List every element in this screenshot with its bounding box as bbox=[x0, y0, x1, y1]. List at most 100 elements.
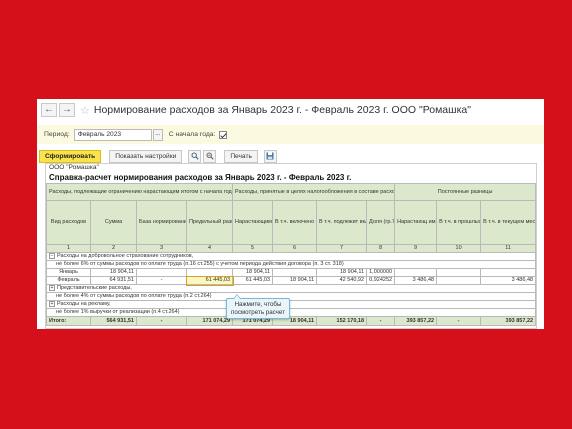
arrow-left-icon: ← bbox=[44, 104, 54, 115]
period-select-button[interactable]: ... bbox=[152, 128, 163, 141]
totals-label: Итого: bbox=[46, 316, 91, 326]
total-sum: 564 931,51 bbox=[90, 316, 137, 326]
cell-pd-current: 3 486,48 bbox=[480, 276, 537, 285]
column-number: 1 bbox=[46, 244, 91, 253]
tooltip-line-2: посмотреть расчет bbox=[231, 308, 285, 316]
toolbar: Сформировать Показать настройки Печать bbox=[39, 148, 542, 164]
total-share: - bbox=[366, 316, 396, 326]
period-label: Период: bbox=[44, 131, 70, 138]
star-icon[interactable]: ☆ bbox=[80, 104, 90, 117]
cell-cumulative: 61 445,03 bbox=[232, 276, 274, 285]
calculation-tooltip[interactable]: Нажмите, чтобы посмотреть расчет bbox=[226, 294, 290, 319]
section-row[interactable]: − Расходы на добровольное страхование сот… bbox=[45, 252, 537, 261]
total-base: - bbox=[136, 316, 187, 326]
column-header: База нормирования bbox=[136, 200, 187, 245]
column-header: В т.ч. подлежит включению в текущем меся… bbox=[316, 200, 368, 245]
column-number: 11 bbox=[480, 244, 537, 253]
table-row[interactable]: Январь 18 904,11 18 904,11 18 904,11 1,0… bbox=[46, 268, 537, 277]
cell-current: 42 540,92 bbox=[316, 276, 368, 285]
section-title: Расходы на рекламу, bbox=[57, 301, 111, 308]
cell-kind: Февраль bbox=[46, 276, 91, 285]
section-subtitle: не более 6% от суммы расходов по оплате … bbox=[45, 260, 537, 269]
window-title: Нормирование расходов за Январь 2023 г. … bbox=[93, 104, 471, 116]
column-number: 9 bbox=[394, 244, 438, 253]
period-input[interactable]: Февраль 2023 bbox=[73, 128, 152, 141]
total-pd-prev: - bbox=[436, 316, 482, 326]
section-row[interactable]: + Представительские расходы, bbox=[45, 284, 537, 293]
column-number: 7 bbox=[316, 244, 368, 253]
cell-current: 18 904,11 bbox=[316, 268, 368, 277]
section-row[interactable]: + Расходы на рекламу, bbox=[45, 300, 537, 309]
group-header-accepted: Расходы, принятые в целях налогообложени… bbox=[232, 183, 396, 201]
group-header-row: Расходы, подлежащие ограничению нарастаю… bbox=[45, 183, 537, 201]
cell-limit bbox=[185, 268, 234, 277]
save-icon bbox=[266, 152, 274, 160]
search-button[interactable] bbox=[188, 149, 202, 163]
since-year-checkbox[interactable] bbox=[219, 130, 228, 139]
collapse-toggle[interactable]: − bbox=[49, 253, 55, 259]
column-header: Нарастающим итогом с начала года (миниму… bbox=[232, 200, 274, 245]
total-current: 152 170,18 bbox=[316, 316, 368, 326]
cell-base bbox=[136, 268, 187, 277]
cell-share: 1,000000 bbox=[366, 268, 396, 277]
column-number: 8 bbox=[366, 244, 396, 253]
report-area: ООО "Ромашка" Справка-расчет нормировани… bbox=[45, 163, 537, 329]
report-window: ← → ☆ Нормирование расходов за Январь 20… bbox=[37, 99, 544, 329]
period-bar: Период: Февраль 2023 ... С начала года: bbox=[37, 125, 544, 144]
column-number: 4 bbox=[185, 244, 234, 253]
section-subtitle-row: не более 6% от суммы расходов по оплате … bbox=[45, 260, 537, 269]
section-subtitle-row: не более 4% от суммы расходов по оплате … bbox=[45, 292, 537, 301]
column-header: Вид расходов bbox=[46, 200, 91, 245]
column-header: Доля (гр.7 / гр.2 гр.6)) bbox=[366, 200, 396, 245]
column-header: В т.ч. включено по состоянию на начало м… bbox=[272, 200, 318, 245]
column-number: 10 bbox=[436, 244, 482, 253]
column-number: 5 bbox=[232, 244, 274, 253]
expand-toggle[interactable]: + bbox=[49, 301, 55, 307]
column-header: В т.ч. в прошлых месяцах текущего года bbox=[436, 200, 482, 245]
cell-pd-prev bbox=[436, 268, 482, 277]
column-header: Предельный размер bbox=[185, 200, 234, 245]
cell-pd-cumulative bbox=[394, 268, 438, 277]
organization-name: ООО "Ромашка" bbox=[49, 164, 99, 171]
column-number: 6 bbox=[272, 244, 318, 253]
column-header: Сумма bbox=[90, 200, 137, 245]
cell-base: - bbox=[136, 276, 187, 285]
column-number: 3 bbox=[136, 244, 187, 253]
column-header: В т.ч. в текущем месяце (гр.9 - гр.10) bbox=[480, 200, 537, 245]
totals-row: Итого: 564 931,51 - 171 074,29 171 074,2… bbox=[46, 316, 537, 326]
report-table: Расходы, подлежащие ограничению нарастаю… bbox=[45, 183, 537, 326]
expand-toggle[interactable]: + bbox=[49, 285, 55, 291]
show-settings-button[interactable]: Показать настройки bbox=[109, 149, 183, 163]
cell-limit-selected[interactable]: 61 445,03 bbox=[185, 275, 234, 286]
total-pd-current: 393 857,22 bbox=[480, 316, 537, 326]
search-icon bbox=[191, 152, 199, 160]
forward-button[interactable]: → bbox=[59, 103, 75, 117]
table-row[interactable]: Февраль 64 931,51 - 61 445,03 61 445,03 … bbox=[46, 275, 537, 286]
section-title: Представительские расходы, bbox=[57, 285, 132, 292]
column-number: 2 bbox=[90, 244, 137, 253]
group-header-limited: Расходы, подлежащие ограничению нарастаю… bbox=[45, 183, 234, 201]
total-pd-cumulative: 393 857,22 bbox=[394, 316, 438, 326]
print-button[interactable]: Печать bbox=[224, 149, 258, 163]
cell-prev: 18 904,11 bbox=[272, 276, 318, 285]
section-subtitle: не более 4% от суммы расходов по оплате … bbox=[45, 292, 537, 301]
zoom-icon bbox=[206, 152, 214, 160]
generate-button[interactable]: Сформировать bbox=[39, 149, 102, 163]
group-header-permanent: Постоянные разницы bbox=[394, 183, 537, 201]
cell-prev bbox=[272, 268, 318, 277]
section-subtitle-row: не более 1% выручки от реализации (п.4 с… bbox=[45, 308, 537, 317]
column-number-row: 1 2 3 4 5 6 7 8 9 10 11 bbox=[46, 244, 537, 253]
arrow-right-icon: → bbox=[62, 104, 72, 115]
save-button[interactable] bbox=[263, 149, 277, 163]
zoom-button[interactable] bbox=[203, 149, 217, 163]
cell-cumulative: 18 904,11 bbox=[232, 268, 274, 277]
cell-pd-current bbox=[480, 268, 537, 277]
title-bar: ← → ☆ Нормирование расходов за Январь 20… bbox=[37, 99, 544, 121]
back-button[interactable]: ← bbox=[41, 103, 57, 117]
cell-share: 0,924252 bbox=[366, 276, 396, 285]
cell-pd-cumulative: 3 486,48 bbox=[394, 276, 438, 285]
tooltip-line-1: Нажмите, чтобы bbox=[234, 301, 282, 308]
column-header-row: Вид расходов Сумма База нормирования Пре… bbox=[46, 200, 537, 245]
cell-sum: 18 904,11 bbox=[90, 268, 137, 277]
cell-pd-prev bbox=[436, 276, 482, 285]
